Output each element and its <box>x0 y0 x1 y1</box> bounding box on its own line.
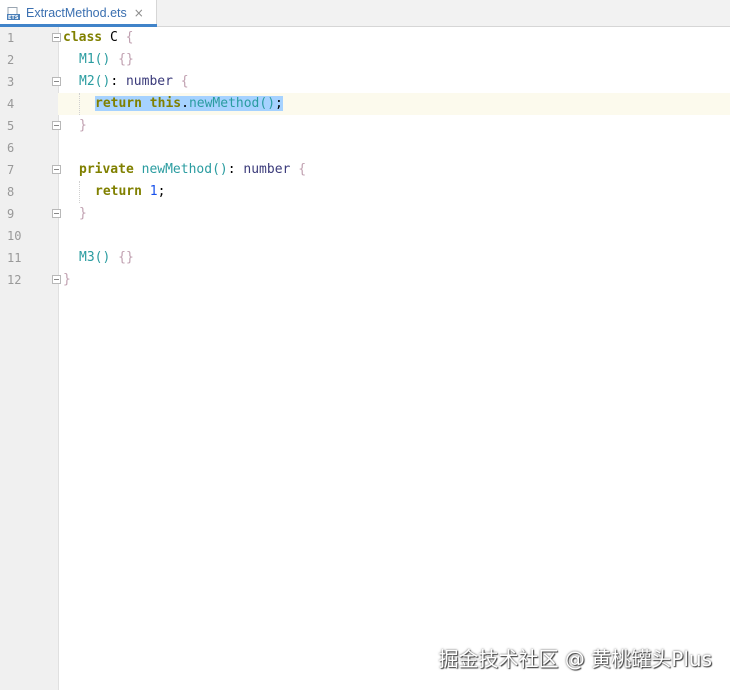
parens: () <box>94 52 111 67</box>
brace: {} <box>118 250 134 265</box>
method-name: M1 <box>79 52 95 67</box>
watermark: 掘金技术社区 @ 黄桃罐头Plus <box>438 647 712 671</box>
line-number: 4 <box>7 97 15 111</box>
tab-extractmethod[interactable]: ETS ExtractMethod.ets × <box>0 0 157 27</box>
code-line-7: private newMethod(): number { <box>79 159 306 181</box>
parens: () <box>94 74 111 89</box>
dot: . <box>181 96 189 111</box>
line-number: 5 <box>7 119 15 133</box>
keyword: return <box>95 96 142 111</box>
code-line-2: M1() {} <box>79 49 134 71</box>
code-line-3: M2(): number { <box>79 71 189 93</box>
semicolon: ; <box>275 96 283 111</box>
keyword: this <box>149 96 182 111</box>
line-number: 8 <box>7 185 15 199</box>
indent-guide <box>79 93 80 115</box>
line-number: 2 <box>7 53 15 67</box>
brace: { <box>298 162 307 177</box>
editor-tab-bar: ETS ExtractMethod.ets × <box>0 0 730 27</box>
colon: : <box>110 74 126 89</box>
number-literal: 1 <box>149 184 158 199</box>
class-name: C <box>102 30 126 45</box>
semicolon: ; <box>157 184 166 199</box>
brace: { <box>180 74 189 89</box>
method-call: newMethod <box>188 96 260 111</box>
brace: } <box>63 272 71 287</box>
line-number: 3 <box>7 75 15 89</box>
code-line-9: } <box>79 203 87 225</box>
line-number: 6 <box>7 141 15 155</box>
keyword: return <box>95 184 142 199</box>
code-line-5: } <box>79 115 87 137</box>
method-name: M2 <box>79 74 95 89</box>
line-number: 10 <box>7 229 22 243</box>
tab-label: ExtractMethod.ets <box>26 6 127 20</box>
selection-highlight[interactable]: return this.newMethod(); <box>95 96 283 111</box>
line-number: 9 <box>7 207 15 221</box>
code-line-12: } <box>63 269 71 291</box>
parens: () <box>94 250 111 265</box>
method-name: newMethod <box>141 162 213 177</box>
line-number: 12 <box>7 273 22 287</box>
svg-text:ETS: ETS <box>8 15 19 21</box>
line-number-gutter: 1 2 3 4 5 6 7 8 9 10 11 12 <box>0 27 61 690</box>
line-number: 1 <box>7 31 15 45</box>
line-number: 7 <box>7 163 15 177</box>
keyword: private <box>79 162 134 177</box>
parens: () <box>212 162 228 177</box>
brace: {} <box>118 52 134 67</box>
keyword: class <box>63 30 103 45</box>
parens: () <box>259 96 276 111</box>
type-name: number <box>125 74 173 89</box>
brace: } <box>79 206 87 221</box>
method-name: M3 <box>79 250 95 265</box>
ets-file-icon: ETS <box>7 6 21 21</box>
brace: { <box>125 30 134 45</box>
code-line-11: M3() {} <box>79 247 134 269</box>
code-line-8: return 1; <box>95 181 165 203</box>
indent-guide <box>79 181 80 203</box>
brace: } <box>79 118 87 133</box>
colon: : <box>227 162 244 177</box>
code-line-1: class C { <box>63 27 133 49</box>
code-line-4: return this.newMethod(); <box>95 93 283 115</box>
line-number: 11 <box>7 251 22 265</box>
code-editor[interactable]: class C { M1() {} M2(): number { return … <box>58 27 730 690</box>
type-name: number <box>243 162 291 177</box>
close-icon[interactable]: × <box>134 6 144 20</box>
